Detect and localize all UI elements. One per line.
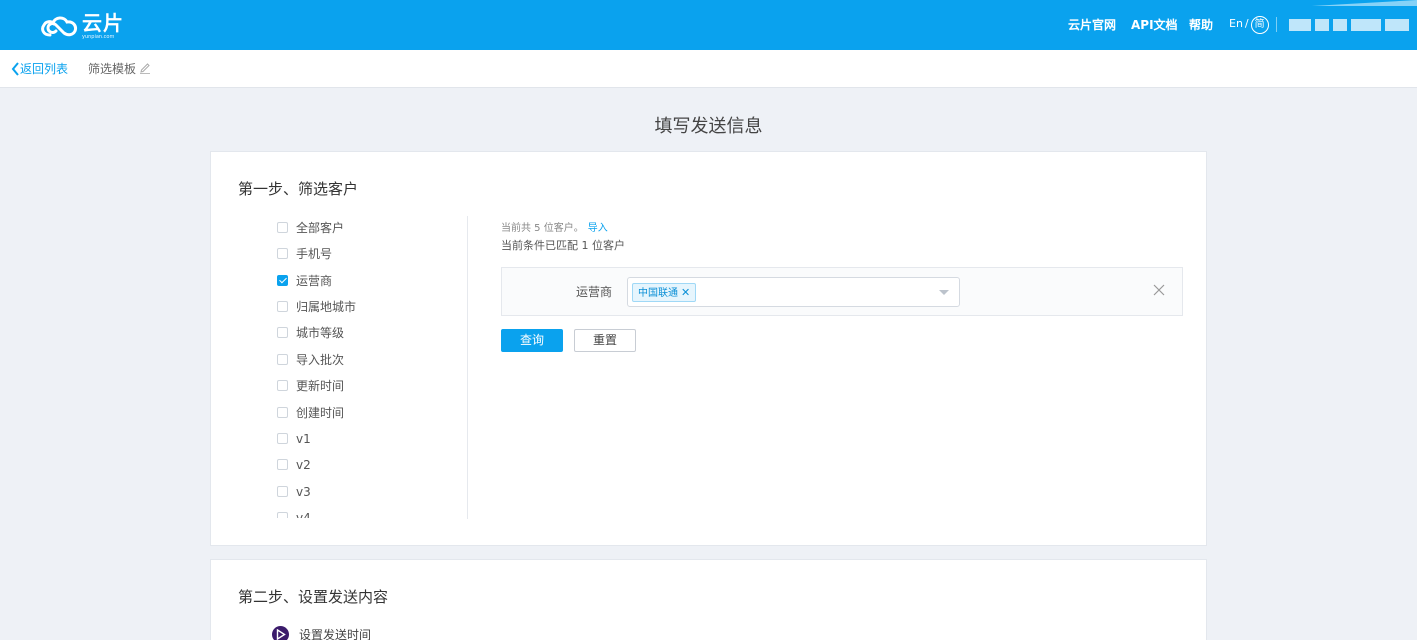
dropdown-caret-icon[interactable] xyxy=(939,290,949,295)
filter-label: 更新时间 xyxy=(296,379,345,393)
step2-title: 第二步、设置发送内容 xyxy=(238,588,389,606)
filter-item-v4[interactable]: v4 xyxy=(277,509,311,518)
play-step-icon xyxy=(272,626,289,640)
filter-condition-row: 运营商 中国联通 ✕ xyxy=(501,267,1183,316)
filter-item-created-time[interactable]: 创建时间 xyxy=(277,404,344,422)
corner-decoration xyxy=(1311,0,1417,6)
filter-item-v1[interactable]: v1 xyxy=(277,430,311,448)
back-to-list-link[interactable]: 返回列表 xyxy=(10,61,68,77)
filter-label: 创建时间 xyxy=(296,406,345,420)
logo[interactable]: 云片 yunpian.com xyxy=(40,9,140,41)
logo-text: 云片 xyxy=(82,11,124,35)
checkbox[interactable] xyxy=(277,248,288,259)
selected-tag: 中国联通 ✕ xyxy=(632,283,697,302)
page-title: 填写发送信息 xyxy=(654,116,763,137)
filter-item-carrier[interactable]: 运营商 xyxy=(277,272,332,290)
checkbox[interactable] xyxy=(277,222,288,233)
filter-label: 导入批次 xyxy=(296,353,345,367)
checkbox[interactable] xyxy=(277,380,288,391)
step2-card: 第二步、设置发送内容 设置发送时间 xyxy=(210,559,1207,640)
tag-remove-icon[interactable]: ✕ xyxy=(681,286,690,299)
checkbox[interactable] xyxy=(277,486,288,497)
checkbox[interactable] xyxy=(277,512,288,518)
nav-official-site-link[interactable]: 云片官网 xyxy=(1068,15,1116,35)
cloud-logo-icon xyxy=(41,16,77,37)
template-title: 筛选模板 xyxy=(88,61,151,77)
lang-en-option[interactable]: En xyxy=(1229,13,1243,35)
filter-item-phone[interactable]: 手机号 xyxy=(277,245,332,263)
checkbox[interactable] xyxy=(277,407,288,418)
filter-item-updated-time[interactable]: 更新时间 xyxy=(277,377,344,395)
logo-subtext: yunpian.com xyxy=(82,34,115,40)
nav-api-docs-link[interactable]: API文档 xyxy=(1131,15,1178,35)
back-label: 返回列表 xyxy=(20,62,69,76)
column-divider xyxy=(467,216,468,519)
query-button[interactable]: 查询 xyxy=(501,329,563,352)
step1-title: 第一步、筛选客户 xyxy=(238,180,359,198)
filter-label: 运营商 xyxy=(296,274,333,288)
checkbox[interactable] xyxy=(277,327,288,338)
condition-label: 运营商 xyxy=(576,285,613,299)
language-switch[interactable]: En / 简 xyxy=(1229,13,1269,35)
checkbox-checked[interactable] xyxy=(277,275,288,286)
filter-label: 手机号 xyxy=(296,247,333,261)
filter-label: v1 xyxy=(296,432,311,446)
filter-item-city-level[interactable]: 城市等级 xyxy=(277,324,344,342)
nav-divider xyxy=(1276,17,1277,32)
checkbox[interactable] xyxy=(277,301,288,312)
filter-label: v4 xyxy=(296,511,311,518)
filter-item-import-batch[interactable]: 导入批次 xyxy=(277,351,344,369)
customer-stats: 当前共 5 位客户。 导入 xyxy=(501,222,608,236)
breadcrumb-bar: 返回列表 筛选模板 xyxy=(0,50,1417,88)
step1-card: 第一步、筛选客户 全部客户 手机号 运营商 归属地城市 城市等级 导入批次 更新… xyxy=(210,151,1207,546)
template-title-text: 筛选模板 xyxy=(88,62,137,76)
checkbox[interactable] xyxy=(277,433,288,444)
filter-item-v2[interactable]: v2 xyxy=(277,456,311,474)
remove-condition-close-icon[interactable] xyxy=(1152,283,1166,297)
nav-help-link[interactable]: 帮助 xyxy=(1189,15,1213,35)
carrier-multiselect[interactable]: 中国联通 ✕ xyxy=(627,277,960,307)
edit-pencil-icon[interactable] xyxy=(139,62,151,74)
chevron-left-icon xyxy=(11,62,19,76)
selected-tag-label: 中国联通 xyxy=(638,288,678,299)
filter-label: 归属地城市 xyxy=(296,300,357,314)
filter-field-list: 全部客户 手机号 运营商 归属地城市 城市等级 导入批次 更新时间 创建时间 v… xyxy=(277,214,467,518)
account-info-redacted[interactable] xyxy=(1289,19,1409,31)
reset-button[interactable]: 重置 xyxy=(574,329,636,352)
checkbox[interactable] xyxy=(277,459,288,470)
filter-item-all-customers[interactable]: 全部客户 xyxy=(277,219,344,237)
match-count-text: 当前条件已匹配 1 位客户 xyxy=(501,239,625,252)
import-link[interactable]: 导入 xyxy=(588,223,608,234)
filter-label: 全部客户 xyxy=(296,221,345,235)
checkbox[interactable] xyxy=(277,354,288,365)
filter-label: 城市等级 xyxy=(296,326,345,340)
customer-count-text: 当前共 5 位客户。 xyxy=(501,223,584,234)
filter-label: v2 xyxy=(296,458,311,472)
set-send-time-label: 设置发送时间 xyxy=(299,628,372,640)
lang-zh-option[interactable]: 简 xyxy=(1250,16,1269,34)
top-bar: 云片 yunpian.com 云片官网 API文档 帮助 En / 简 xyxy=(0,0,1417,50)
filter-label: v3 xyxy=(296,485,311,499)
lang-separator: / xyxy=(1244,17,1249,30)
play-icon xyxy=(276,629,286,640)
filter-item-v3[interactable]: v3 xyxy=(277,483,311,501)
filter-item-city[interactable]: 归属地城市 xyxy=(277,298,356,316)
